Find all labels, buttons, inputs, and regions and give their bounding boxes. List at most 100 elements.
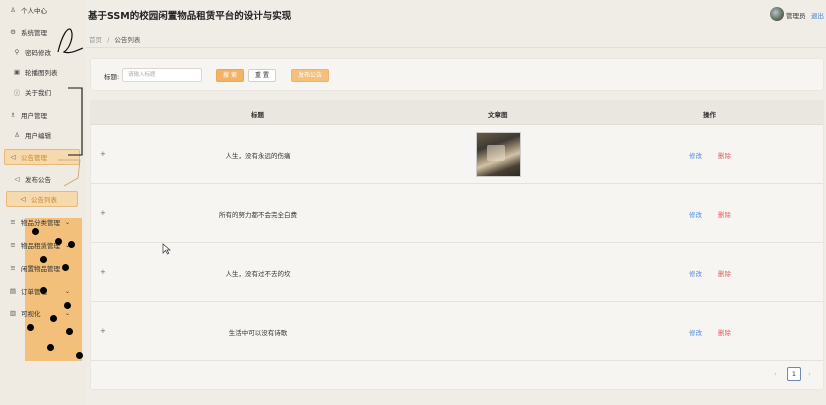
delete-link[interactable]: 删除 [718, 209, 731, 219]
delete-link[interactable]: 删除 [718, 150, 731, 160]
sidebar-item-carousel[interactable]: ▣ 轮播图列表 [0, 63, 86, 81]
list-icon: ≡ [10, 264, 16, 272]
article-thumbnail [476, 132, 521, 177]
announce-icon: ◁ [20, 195, 26, 203]
column-header-actions: 操作 [703, 111, 716, 119]
users-icon: ♗ [10, 111, 16, 119]
sidebar-item-label: 公告管理 [21, 154, 47, 162]
chevron-down-icon: ⌄ [64, 218, 70, 226]
sidebar-item-label: 物品分类管理 [21, 219, 60, 227]
pagination: ‹ 1 › [771, 367, 823, 381]
sidebar-item-category[interactable]: ≡ 物品分类管理 ⌄ [0, 213, 86, 231]
next-page-button[interactable]: › [808, 370, 811, 378]
row-title: 所有的努力都不会完全白费 [219, 211, 297, 219]
user-icon: ♙ [10, 6, 16, 14]
sidebar-item-profile[interactable]: ♙ 个人中心 [0, 1, 86, 19]
user-edit-icon: ♙ [14, 131, 20, 139]
delete-link[interactable]: 删除 [718, 268, 731, 278]
table-row: + 人生，没有永远的伤痛 修改 删除 [91, 125, 823, 184]
sidebar-item-password[interactable]: ⚲ 密码修改 [0, 43, 86, 61]
overlay-dot [32, 228, 39, 235]
sidebar-item-visual[interactable]: ▥ 可视化 ⌄ [0, 304, 86, 322]
overlay-dot [40, 256, 47, 263]
sidebar: ♙ 个人中心 ⚙ 系统管理 ⚲ 密码修改 ▣ 轮播图列表 ⓘ 关于我们 ♗ 用户… [0, 0, 86, 405]
expand-icon[interactable]: + [100, 268, 106, 276]
sidebar-item-label: 轮播图列表 [25, 69, 58, 77]
search-button[interactable]: 搜 索 [216, 69, 244, 82]
breadcrumb-home[interactable]: 首页 [89, 36, 102, 44]
sidebar-item-label: 公告列表 [31, 196, 57, 204]
overlay-dot [62, 264, 69, 271]
column-header-title: 标题 [251, 111, 264, 119]
table-row: + 人生，没有过不去的坎 修改 删除 [91, 243, 823, 302]
row-title: 生活中可以没有诗歌 [228, 329, 288, 337]
sidebar-item-user-mgmt[interactable]: ♗ 用户管理 [0, 106, 86, 124]
gear-icon: ⚙ [10, 28, 16, 36]
chevron-down-icon: ⌄ [64, 287, 70, 295]
breadcrumb-current: 公告列表 [114, 36, 141, 44]
sidebar-item-label: 用户编辑 [25, 132, 51, 140]
row-title: 人生，没有永远的伤痛 [225, 152, 291, 160]
sidebar-item-notice-mgmt[interactable]: ◁ 公告管理 [0, 148, 86, 166]
sidebar-item-label: 闲置物品管理 [21, 265, 60, 273]
overlay-dot [50, 315, 57, 322]
delete-link[interactable]: 删除 [718, 327, 731, 337]
table-row: + 生活中可以没有诗歌 修改 删除 [91, 302, 823, 361]
chart-icon: ▥ [9, 309, 17, 317]
list-icon: ≡ [10, 218, 16, 226]
sidebar-item-about[interactable]: ⓘ 关于我们 [0, 83, 86, 101]
info-icon: ⓘ [13, 89, 21, 97]
sidebar-item-label: 关于我们 [25, 89, 51, 97]
chevron-down-icon: ⌄ [64, 309, 70, 317]
expand-icon[interactable]: + [100, 209, 106, 217]
search-panel: 标题: 请输入标题 搜 索 重 置 发布公告 [90, 58, 824, 91]
sidebar-item-label: 密码修改 [25, 49, 51, 57]
list-icon: ≡ [10, 241, 16, 249]
sidebar-item-publish-notice[interactable]: ◁ 发布公告 [0, 170, 86, 188]
table-row: + 所有的努力都不会完全白费 修改 删除 [91, 184, 823, 243]
overlay-dot [27, 324, 34, 331]
sidebar-item-label: 发布公告 [25, 176, 51, 184]
mouse-cursor-icon [162, 243, 171, 255]
notice-table: 标题 文章图 操作 + 人生，没有永远的伤痛 修改 删除 + 所有的努力都不会完… [90, 100, 824, 390]
overlay-dot [68, 241, 75, 248]
column-header-image: 文章图 [488, 111, 508, 119]
edit-link[interactable]: 修改 [689, 327, 702, 337]
title-search-input[interactable]: 请输入标题 [122, 68, 202, 82]
sidebar-item-notice-list[interactable]: ◁ 公告列表 [0, 190, 86, 208]
breadcrumb-separator: / [107, 36, 110, 44]
sidebar-item-label: 用户管理 [21, 112, 47, 120]
overlay-dot [64, 302, 71, 309]
page-title: 基于SSM的校园闲置物品租赁平台的设计与实现 [88, 11, 292, 22]
overlay-dot [55, 238, 62, 245]
sidebar-item-system[interactable]: ⚙ 系统管理 [0, 23, 86, 41]
sidebar-item-user-edit[interactable]: ♙ 用户编辑 [0, 126, 86, 144]
username-label: 管理员 [786, 12, 806, 20]
edit-link[interactable]: 修改 [689, 209, 702, 219]
breadcrumb-bar: 首页 / 公告列表 [86, 28, 826, 48]
overlay-dot [66, 328, 73, 335]
sidebar-item-label: 个人中心 [21, 7, 47, 15]
announce-icon: ◁ [14, 175, 20, 183]
avatar[interactable] [770, 7, 784, 21]
logout-link[interactable]: 退出 [811, 10, 824, 20]
prev-page-button[interactable]: ‹ [774, 370, 777, 378]
overlay-dot [76, 352, 83, 359]
expand-icon[interactable]: + [100, 327, 106, 335]
key-icon: ⚲ [14, 48, 20, 56]
expand-icon[interactable]: + [100, 150, 106, 158]
announce-icon: ◁ [10, 153, 16, 161]
sidebar-item-label: 系统管理 [21, 29, 47, 37]
edit-link[interactable]: 修改 [689, 268, 702, 278]
sidebar-item-label: 可视化 [21, 310, 41, 318]
edit-link[interactable]: 修改 [689, 150, 702, 160]
overlay-dot [47, 344, 54, 351]
reset-button[interactable]: 重 置 [248, 69, 276, 82]
breadcrumb: 首页 / 公告列表 [89, 34, 140, 44]
top-header: 基于SSM的校园闲置物品租赁平台的设计与实现 管理员 退出 [86, 0, 826, 28]
publish-notice-button[interactable]: 发布公告 [291, 69, 329, 82]
row-title: 人生，没有过不去的坎 [225, 270, 291, 278]
page-number-current[interactable]: 1 [787, 367, 801, 381]
title-filter-label: 标题: [104, 73, 120, 81]
image-icon: ▣ [13, 68, 21, 76]
